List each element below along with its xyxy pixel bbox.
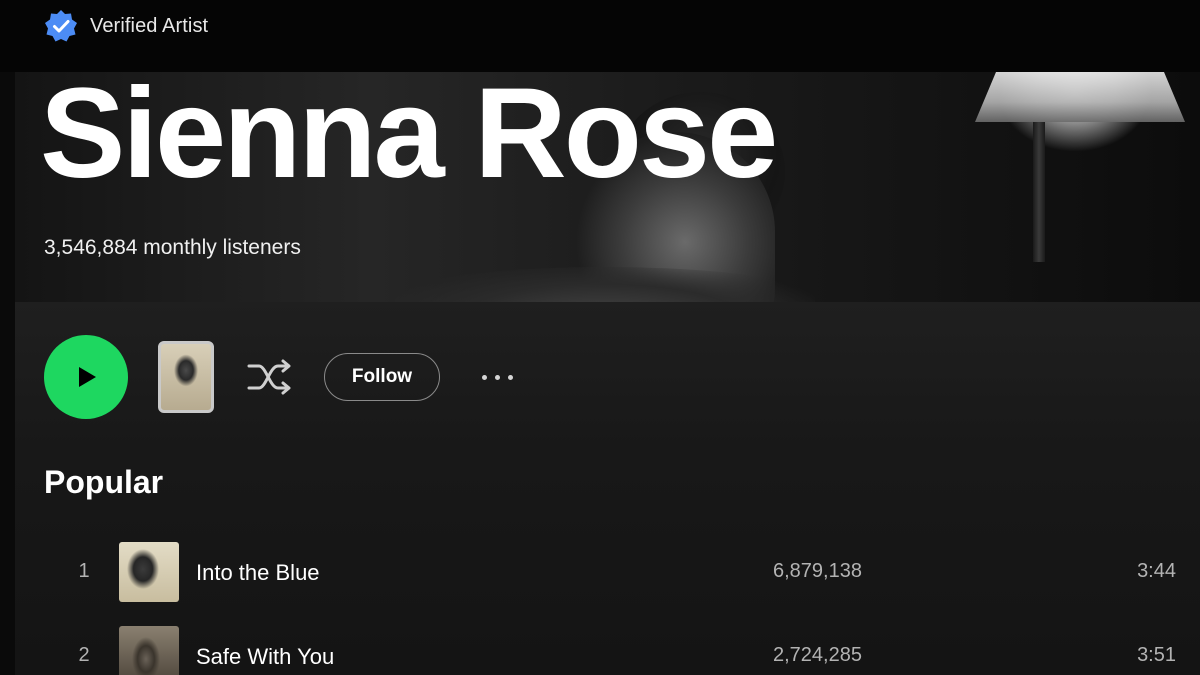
follow-button[interactable]: Follow (324, 353, 440, 401)
artist-name-title: Sienna Rose (40, 62, 778, 205)
verified-badge-icon (44, 9, 78, 43)
track-album-art (119, 626, 179, 675)
track-number: 1 (78, 560, 90, 582)
lamp-shade (975, 72, 1185, 122)
track-duration: 3:44 (1137, 560, 1176, 582)
more-options-icon-dot (507, 374, 513, 380)
popular-track-list: 1 Into the Blue 6,879,138 3:44 2 Safe Wi… (0, 540, 1200, 675)
more-options-icon-dot (494, 374, 500, 380)
track-play-count: 2,724,285 (773, 644, 862, 666)
artist-hero-banner: Verified Artist Sienna Rose 3,546,884 mo… (0, 0, 1200, 302)
track-row[interactable]: 1 Into the Blue 6,879,138 3:44 (0, 540, 1200, 624)
verified-artist-badge: Verified Artist (44, 10, 208, 42)
popular-section-title: Popular (44, 464, 164, 500)
track-title[interactable]: Safe With You (196, 644, 334, 670)
play-button[interactable] (44, 335, 128, 419)
verified-artist-label: Verified Artist (90, 14, 209, 37)
lamp-stem (1033, 122, 1045, 262)
monthly-listeners: 3,546,884 monthly listeners (44, 236, 301, 259)
shuffle-icon (247, 359, 291, 395)
track-album-art (119, 542, 179, 602)
artist-preview-thumbnail[interactable] (158, 341, 214, 413)
more-options-icon (481, 374, 487, 380)
artist-action-bar: Follow (44, 334, 520, 420)
more-options-button[interactable] (474, 354, 520, 400)
track-play-count: 6,879,138 (773, 560, 862, 582)
shuffle-button[interactable] (246, 352, 296, 402)
artist-page: Verified Artist Sienna Rose 3,546,884 mo… (0, 0, 1200, 675)
track-number: 2 (78, 644, 90, 666)
play-icon (79, 367, 96, 387)
track-title[interactable]: Into the Blue (196, 560, 320, 586)
track-duration: 3:51 (1137, 644, 1176, 666)
track-row[interactable]: 2 Safe With You 2,724,285 3:51 (0, 624, 1200, 675)
